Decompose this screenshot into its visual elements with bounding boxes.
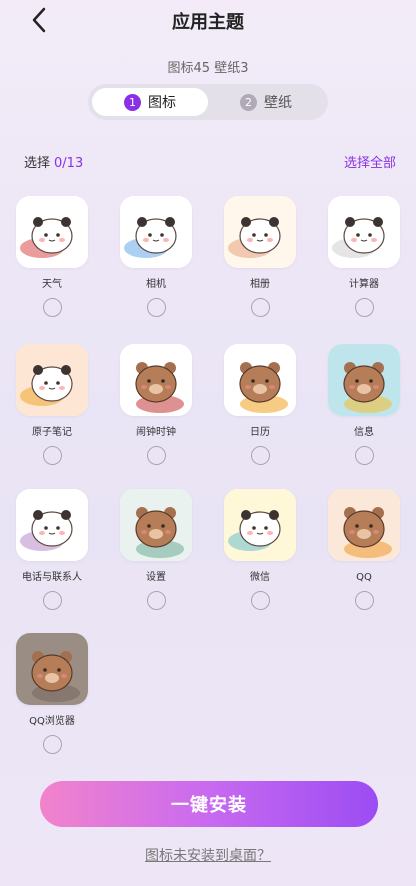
app-label: 设置 <box>146 572 166 583</box>
panda-album-icon <box>224 196 296 268</box>
app-icon-item[interactable]: QQ <box>312 489 416 619</box>
app-icon-item[interactable]: 闹钟时钟 <box>104 344 208 474</box>
bear-settings-icon <box>120 489 192 561</box>
select-radio[interactable] <box>354 591 374 610</box>
app-icon-item[interactable]: QQ浏览器 <box>0 633 104 763</box>
bear-calendar-icon <box>224 344 296 416</box>
selection-prefix: 选择 <box>24 156 51 171</box>
panda-wechat-icon <box>224 489 296 561</box>
panda-camera-icon <box>120 196 192 268</box>
panda-notes-icon <box>16 344 88 416</box>
app-icon-item[interactable]: 天气 <box>0 196 104 326</box>
app-label: 相机 <box>146 279 166 290</box>
selection-count: 选择 0/13 <box>24 152 83 171</box>
app-icon-item[interactable]: 计算器 <box>312 196 416 326</box>
bear-clock-icon <box>120 344 192 416</box>
select-radio[interactable] <box>42 446 62 465</box>
panda-sunglasses-icon <box>16 196 88 268</box>
panda-phone-icon <box>16 489 88 561</box>
app-icon-item[interactable]: 相机 <box>104 196 208 326</box>
select-radio[interactable] <box>354 446 374 465</box>
bear-message-icon <box>328 344 400 416</box>
tab-wallpapers[interactable]: 2 壁纸 <box>208 88 324 116</box>
tab-icons[interactable]: 1 图标 <box>92 88 208 116</box>
app-label: QQ浏览器 <box>29 716 75 727</box>
select-radio[interactable] <box>250 446 270 465</box>
page-title: 应用主题 <box>172 12 244 33</box>
select-radio[interactable] <box>250 298 270 317</box>
bear-panda-browser-icon <box>16 633 88 705</box>
app-label: 电话与联系人 <box>22 572 82 583</box>
select-radio[interactable] <box>42 298 62 317</box>
tab-switcher: 1 图标 2 壁纸 <box>88 84 328 120</box>
selection-bar: 选择 0/13 选择全部 <box>24 152 396 171</box>
app-label: 计算器 <box>349 279 379 290</box>
select-radio[interactable] <box>42 591 62 610</box>
app-icon-item[interactable]: 信息 <box>312 344 416 474</box>
app-label: 天气 <box>42 279 62 290</box>
panda-calculator-icon <box>328 196 400 268</box>
select-radio[interactable] <box>250 591 270 610</box>
help-link[interactable]: 图标未安装到桌面？ <box>0 845 416 865</box>
bear-panda-qq-icon <box>328 489 400 561</box>
install-button[interactable]: 一键安装 <box>40 781 378 827</box>
select-radio[interactable] <box>42 735 62 754</box>
tab-label: 图标 <box>148 95 176 111</box>
selection-number: 0/13 <box>54 156 84 171</box>
app-icon-item[interactable]: 微信 <box>208 489 312 619</box>
select-radio[interactable] <box>146 298 166 317</box>
app-icon-item[interactable]: 日历 <box>208 344 312 474</box>
app-label: 日历 <box>250 427 270 438</box>
app-label: 闹钟时钟 <box>136 427 176 438</box>
header: 应用主题 <box>0 0 416 44</box>
app-icon-item[interactable]: 原子笔记 <box>0 344 104 474</box>
select-all-button[interactable]: 选择全部 <box>344 152 396 171</box>
app-label: 信息 <box>354 427 374 438</box>
select-radio[interactable] <box>146 446 166 465</box>
tab-number-badge: 1 <box>124 93 141 111</box>
app-icon-item[interactable]: 相册 <box>208 196 312 326</box>
app-label: QQ <box>356 572 372 583</box>
theme-summary: 图标45 壁纸3 <box>167 61 249 76</box>
app-label: 原子笔记 <box>32 427 72 438</box>
tab-number-badge: 2 <box>240 93 257 111</box>
select-radio[interactable] <box>354 298 374 317</box>
tab-label: 壁纸 <box>264 95 292 111</box>
app-icon-item[interactable]: 电话与联系人 <box>0 489 104 619</box>
app-label: 微信 <box>250 572 270 583</box>
app-label: 相册 <box>250 279 270 290</box>
select-radio[interactable] <box>146 591 166 610</box>
app-icon-item[interactable]: 设置 <box>104 489 208 619</box>
